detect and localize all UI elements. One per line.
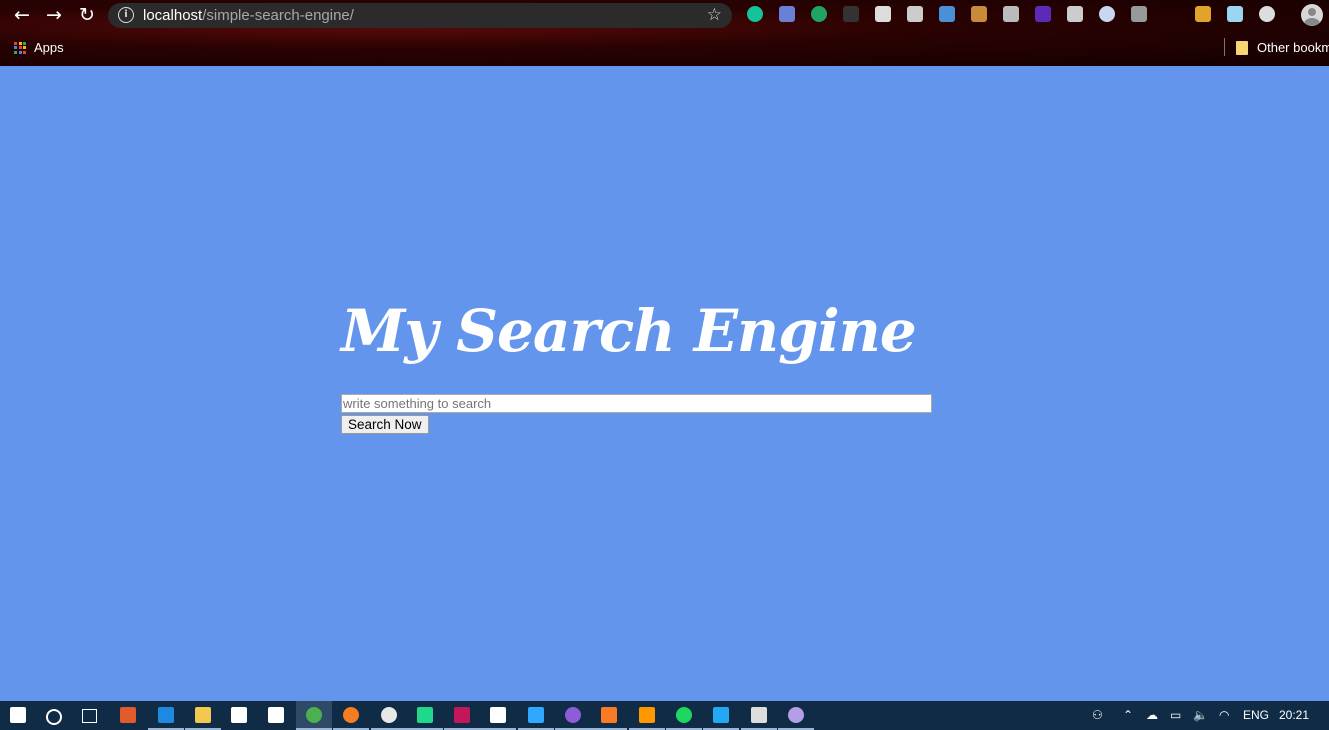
glasses-icon[interactable] — [843, 6, 859, 22]
cart-icon[interactable] — [811, 6, 827, 22]
back-arrow-icon[interactable]: ← — [11, 4, 33, 26]
profile-avatar-icon[interactable] — [1301, 4, 1323, 26]
bookmark-star-icon[interactable]: ☆ — [707, 5, 722, 25]
search-input[interactable] — [341, 394, 932, 413]
windows-taskbar: ⚇ ⌃ ☁ ▭ 🔈 ◠ ENG 20:21 — [0, 701, 1329, 730]
diamond-icon[interactable] — [1035, 6, 1051, 22]
apps-grid-icon — [14, 41, 26, 54]
url-host: localhost — [143, 7, 203, 24]
photoshop-icon[interactable] — [528, 707, 544, 723]
task-view-icon[interactable] — [82, 709, 97, 723]
browser-chrome: ← → ↻ i localhost/simple-search-engine/ … — [0, 0, 1329, 66]
clipboard-icon[interactable] — [939, 6, 955, 22]
bookmark-other[interactable]: Other bookm — [1236, 40, 1329, 55]
r-icon[interactable] — [1003, 6, 1019, 22]
site-logo: My Search Engine — [341, 297, 917, 365]
pycharm-icon[interactable] — [417, 707, 433, 723]
cortana-search-icon[interactable] — [46, 709, 62, 725]
tor-icon[interactable] — [788, 707, 804, 723]
multicolor-icon[interactable] — [454, 707, 470, 723]
xampp-icon[interactable] — [601, 707, 617, 723]
gear-icon[interactable] — [1067, 6, 1083, 22]
pen-icon[interactable] — [1131, 6, 1147, 22]
circle-icon[interactable] — [1099, 6, 1115, 22]
volume-icon[interactable]: 🔈 — [1193, 708, 1208, 722]
react-icon[interactable] — [1227, 6, 1243, 22]
windows-start-icon[interactable] — [10, 707, 26, 723]
store-icon[interactable] — [231, 707, 247, 723]
firefox-icon[interactable] — [343, 707, 359, 723]
vscode-icon[interactable] — [713, 707, 729, 723]
reload-icon[interactable]: ↻ — [76, 4, 98, 26]
people-icon[interactable]: ⚇ — [1092, 708, 1103, 722]
bookmark-apps[interactable]: Apps — [14, 40, 64, 55]
folder-icon — [1236, 40, 1248, 55]
chevron-up-icon[interactable]: ⌃ — [1123, 708, 1133, 722]
layout-icon[interactable] — [875, 6, 891, 22]
file-explorer-icon[interactable] — [195, 707, 211, 723]
terminal-icon[interactable] — [751, 707, 767, 723]
forward-arrow-icon[interactable]: → — [43, 4, 65, 26]
camera-icon[interactable] — [779, 6, 795, 22]
onedrive-icon[interactable]: ☁ — [1146, 708, 1158, 722]
purple-app-icon[interactable] — [565, 707, 581, 723]
address-bar[interactable]: i localhost/simple-search-engine/ ☆ — [108, 3, 732, 28]
search-button[interactable]: Search Now — [341, 415, 429, 434]
bookmark-apps-label: Apps — [34, 40, 64, 55]
target-icon[interactable] — [1259, 6, 1275, 22]
grammarly-icon[interactable] — [747, 6, 763, 22]
cookie-icon[interactable] — [971, 6, 987, 22]
spotify-icon[interactable] — [676, 707, 692, 723]
chrome-icon[interactable] — [306, 707, 322, 723]
bookmark-other-label: Other bookm — [1257, 40, 1329, 55]
battery-icon[interactable]: ▭ — [1170, 708, 1181, 722]
intellij-icon[interactable] — [490, 707, 506, 723]
clock[interactable]: 20:21 — [1279, 708, 1309, 722]
tree-icon[interactable] — [1195, 6, 1211, 22]
postman-icon[interactable] — [120, 707, 136, 723]
site-info-icon[interactable]: i — [118, 7, 134, 23]
incognito-icon[interactable] — [907, 6, 923, 22]
sublime-icon[interactable] — [639, 707, 655, 723]
url-path: /simple-search-engine/ — [202, 7, 354, 24]
url-text[interactable]: localhost/simple-search-engine/ — [143, 7, 354, 24]
edge-icon[interactable] — [158, 707, 174, 723]
language-indicator[interactable]: ENG — [1243, 708, 1269, 722]
dropbox-icon[interactable] — [268, 707, 284, 723]
wifi-icon[interactable]: ◠ — [1219, 708, 1229, 722]
app-ring-icon[interactable] — [381, 707, 397, 723]
bookmark-separator — [1224, 38, 1225, 56]
